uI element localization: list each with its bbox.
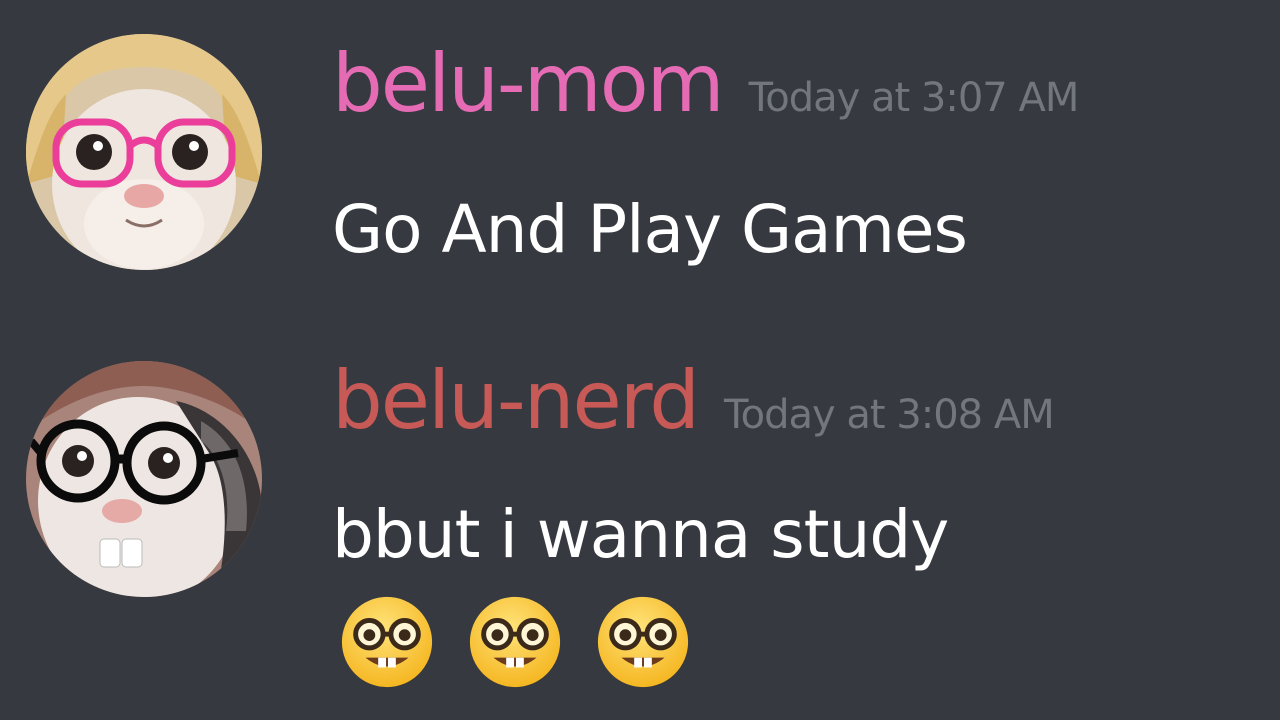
username[interactable]: belu-nerd — [332, 354, 700, 447]
cat-with-black-glasses-avatar — [26, 361, 262, 597]
message-header: belu-nerd Today at 3:08 AM — [332, 351, 1055, 451]
message-item: belu-nerd Today at 3:08 AM bbut i wanna s… — [0, 345, 1280, 715]
nerd-face-emoji — [594, 593, 692, 691]
message-text: Go And Play Games — [332, 191, 968, 268]
emoji-row — [338, 593, 722, 693]
timestamp: Today at 3:08 AM — [723, 392, 1055, 438]
timestamp: Today at 3:07 AM — [748, 75, 1080, 121]
nerd-face-emoji — [338, 593, 436, 691]
user-avatar[interactable] — [26, 361, 262, 597]
message-text: bbut i wanna study — [332, 496, 949, 573]
message-header: belu-mom Today at 3:07 AM — [332, 34, 1080, 134]
user-avatar[interactable] — [26, 34, 262, 270]
message-item: belu-mom Today at 3:07 AM Go And Play Gam… — [0, 30, 1280, 320]
cat-with-pink-glasses-avatar — [26, 34, 262, 270]
username[interactable]: belu-mom — [332, 37, 725, 130]
chat-messages: belu-mom Today at 3:07 AM Go And Play Gam… — [0, 0, 1280, 720]
nerd-face-emoji — [466, 593, 564, 691]
